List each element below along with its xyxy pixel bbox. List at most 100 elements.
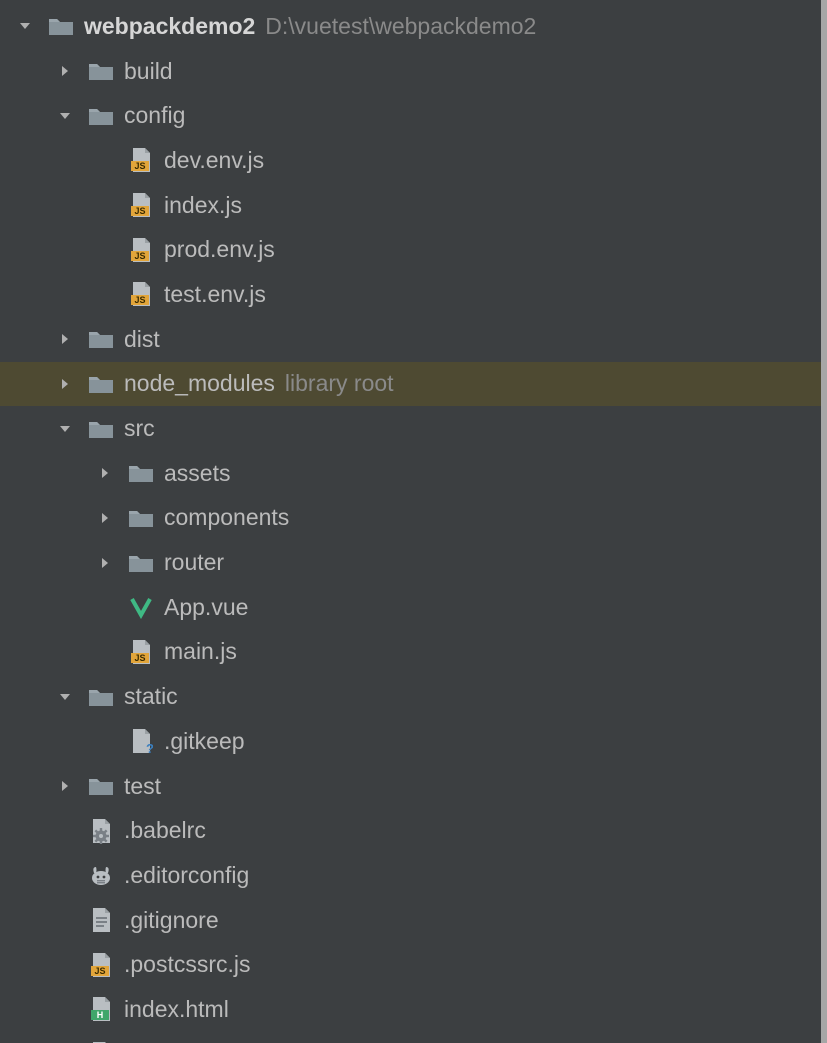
textfile-icon — [88, 907, 114, 933]
arrow-placeholder — [90, 196, 120, 214]
js-icon: JS — [88, 952, 114, 978]
tree-item-label: test.env.js — [164, 281, 266, 308]
chevron-right-icon[interactable] — [50, 62, 80, 80]
js-icon: JS — [128, 237, 154, 263]
tree-row[interactable]: src — [0, 406, 827, 451]
folder-icon — [128, 505, 154, 531]
tree-row[interactable]: node_modules library root — [0, 362, 827, 407]
tree-row[interactable]: JS .postcssrc.js — [0, 942, 827, 987]
chevron-right-icon[interactable] — [90, 554, 120, 572]
folder-icon — [88, 371, 114, 397]
tree-row[interactable]: static — [0, 674, 827, 719]
chevron-right-icon[interactable] — [50, 777, 80, 795]
tree-item-label: .editorconfig — [124, 862, 249, 889]
chevron-right-icon[interactable] — [50, 375, 80, 393]
chevron-right-icon[interactable] — [50, 330, 80, 348]
tree-item-label: prod.env.js — [164, 236, 275, 263]
chevron-down-icon[interactable] — [10, 17, 40, 35]
tree-item-label: static — [124, 683, 178, 710]
tree-item-label: build — [124, 58, 173, 85]
svg-text:JS: JS — [134, 653, 145, 663]
tree-item-label: router — [164, 549, 224, 576]
tree-item-suffix: library root — [285, 370, 394, 397]
arrow-placeholder — [90, 732, 120, 750]
js-icon: JS — [128, 639, 154, 665]
svg-text:?: ? — [146, 741, 153, 754]
tree-item-label: webpackdemo2 — [84, 13, 255, 40]
tree-item-label: .postcssrc.js — [124, 951, 251, 978]
folder-icon — [88, 103, 114, 129]
chevron-down-icon[interactable] — [50, 107, 80, 125]
tree-item-label: assets — [164, 460, 230, 487]
folder-icon — [128, 550, 154, 576]
tree-row[interactable]: config — [0, 93, 827, 138]
tree-item-label: index.js — [164, 192, 242, 219]
chevron-down-icon[interactable] — [50, 688, 80, 706]
tree-item-label: test — [124, 773, 161, 800]
arrow-placeholder — [90, 285, 120, 303]
folder-icon — [88, 684, 114, 710]
js-icon: JS — [128, 147, 154, 173]
tree-row[interactable]: JS dev.env.js — [0, 138, 827, 183]
tree-item-label: .babelrc — [124, 817, 206, 844]
tree-item-label: config — [124, 102, 185, 129]
tree-row[interactable]: JS index.js — [0, 183, 827, 228]
editorconfig-icon — [88, 862, 114, 888]
tree-item-label: main.js — [164, 638, 237, 665]
tree-item-label: index.html — [124, 996, 229, 1023]
tree-item-label: .gitkeep — [164, 728, 245, 755]
arrow-placeholder — [90, 151, 120, 169]
tree-row[interactable]: router — [0, 540, 827, 585]
tree-item-suffix: D:\vuetest\webpackdemo2 — [265, 13, 536, 40]
tree-row[interactable]: dist — [0, 317, 827, 362]
tree-row[interactable]: assets — [0, 451, 827, 496]
svg-text:JS: JS — [134, 206, 145, 216]
tree-item-label: dev.env.js — [164, 147, 264, 174]
tree-row[interactable]: JS main.js — [0, 630, 827, 675]
tree-row[interactable]: App.vue — [0, 585, 827, 630]
tree-row[interactable]: ? .gitkeep — [0, 719, 827, 764]
folder-icon — [48, 13, 74, 39]
tree-item-label: src — [124, 415, 155, 442]
file-tree[interactable]: webpackdemo2 D:\vuetest\webpackdemo2 buil… — [0, 0, 827, 1043]
svg-text:H: H — [97, 1010, 104, 1020]
unknown-icon: ? — [128, 728, 154, 754]
tree-item-label: node_modules — [124, 370, 275, 397]
js-icon: JS — [128, 192, 154, 218]
js-icon: JS — [128, 281, 154, 307]
tree-row[interactable]: components — [0, 496, 827, 541]
tree-row[interactable]: package.json — [0, 1032, 827, 1043]
chevron-down-icon[interactable] — [50, 420, 80, 438]
chevron-right-icon[interactable] — [90, 464, 120, 482]
folder-icon — [128, 460, 154, 486]
folder-icon — [88, 58, 114, 84]
tree-item-label: .gitignore — [124, 907, 219, 934]
tree-row[interactable]: build — [0, 49, 827, 94]
tree-item-label: components — [164, 504, 289, 531]
tree-item-label: App.vue — [164, 594, 248, 621]
html-icon: H — [88, 996, 114, 1022]
gearfile-icon — [88, 818, 114, 844]
arrow-placeholder — [90, 598, 120, 616]
folder-icon — [88, 416, 114, 442]
scrollbar[interactable] — [821, 0, 827, 1043]
folder-icon — [88, 326, 114, 352]
arrow-placeholder — [90, 241, 120, 259]
tree-row[interactable]: .gitignore — [0, 898, 827, 943]
tree-row[interactable]: JS prod.env.js — [0, 227, 827, 272]
tree-row[interactable]: test — [0, 764, 827, 809]
tree-row[interactable]: JS test.env.js — [0, 272, 827, 317]
tree-row[interactable]: webpackdemo2 D:\vuetest\webpackdemo2 — [0, 4, 827, 49]
tree-item-label: dist — [124, 326, 160, 353]
svg-text:JS: JS — [134, 295, 145, 305]
tree-row[interactable]: .editorconfig — [0, 853, 827, 898]
chevron-right-icon[interactable] — [90, 509, 120, 527]
svg-text:JS: JS — [134, 251, 145, 261]
arrow-placeholder — [90, 643, 120, 661]
folder-icon — [88, 773, 114, 799]
svg-text:JS: JS — [94, 966, 105, 976]
svg-text:JS: JS — [134, 161, 145, 171]
vue-icon — [128, 594, 154, 620]
tree-row[interactable]: .babelrc — [0, 808, 827, 853]
tree-row[interactable]: H index.html — [0, 987, 827, 1032]
